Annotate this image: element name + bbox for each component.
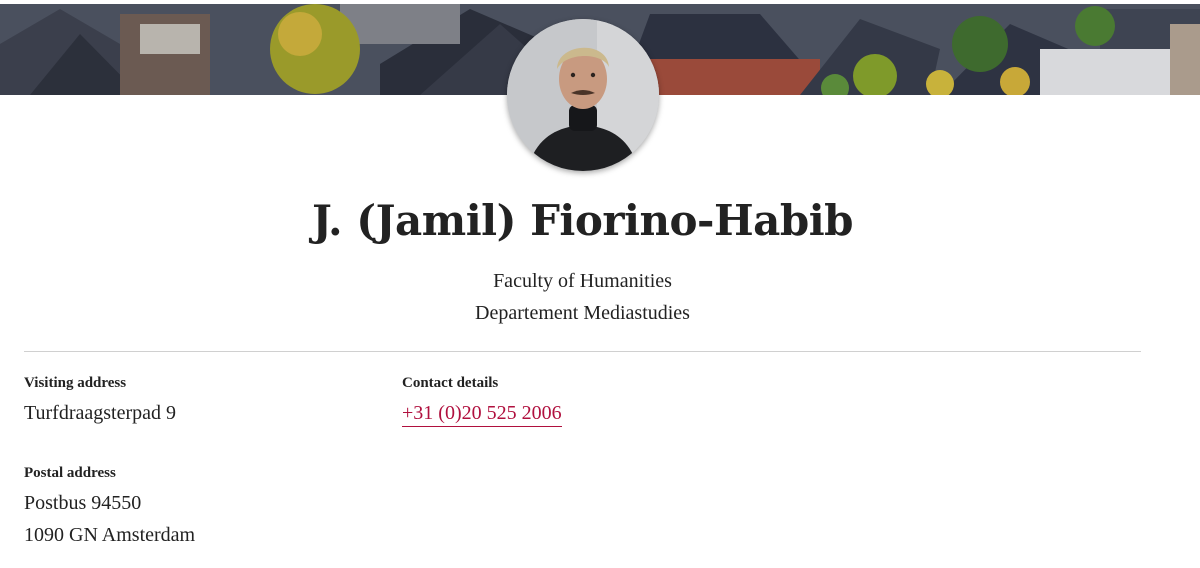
postal-address-line-1: Postbus 94550 [24,492,142,514]
contact-details-label: Contact details [402,375,499,391]
postal-address-label: Postal address [24,465,116,481]
section-divider [24,351,1141,352]
visiting-address-line: Turfdraagsterpad 9 [24,402,177,424]
visiting-address-label: Visiting address [24,375,127,391]
phone-link[interactable]: +31 (0)20 525 2006 [402,402,562,427]
department-text: Departement Mediastudies [475,302,690,324]
postal-address-line-2: 1090 GN Amsterdam [24,524,196,546]
profile-name: J. (Jamil) Fiorino-Habib [311,196,854,245]
profile-photo [507,19,659,171]
faculty-text: Faculty of Humanities [493,270,672,292]
